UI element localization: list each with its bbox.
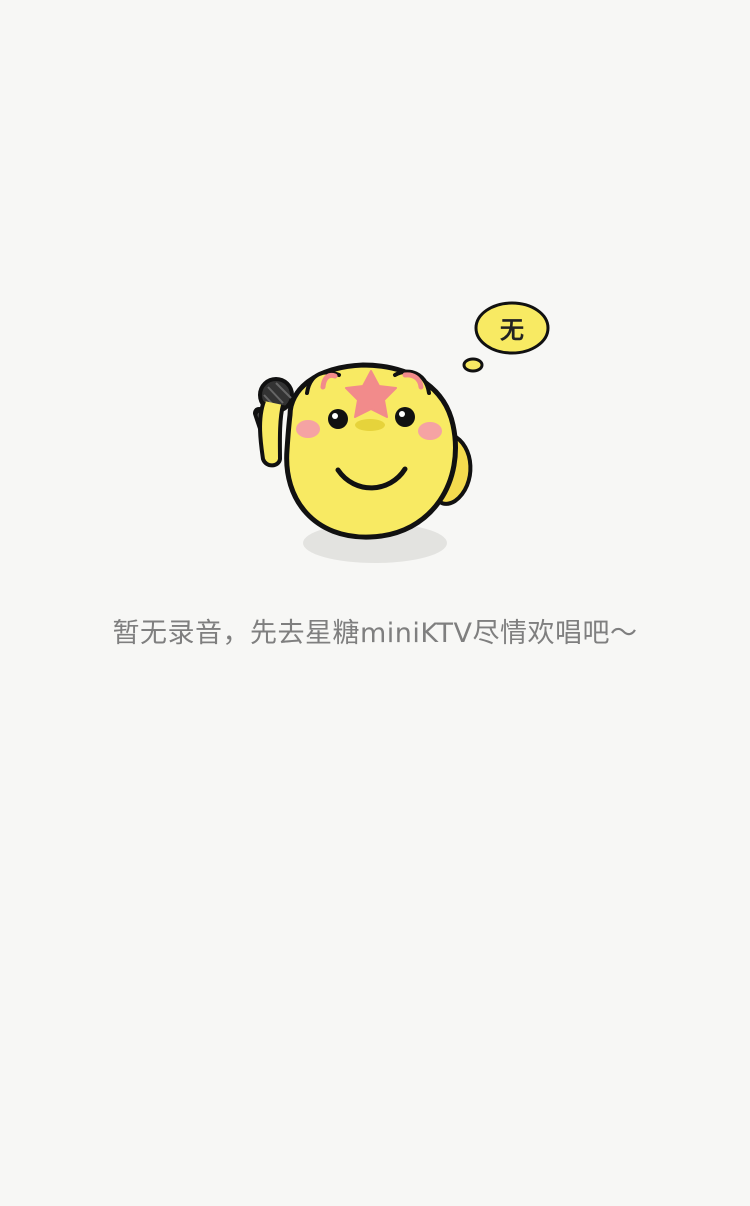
empty-state-message: 暂无录音，先去星糖miniKTV尽情欢唱吧～: [112, 618, 638, 649]
thought-bubble-text: 无: [500, 316, 524, 344]
empty-state: 无 暂无录音，先去星糖miniKTV尽情欢唱吧～: [0, 0, 750, 1206]
singing-mascot-icon: 无: [253, 301, 550, 563]
thought-bubble: 无: [462, 301, 550, 373]
